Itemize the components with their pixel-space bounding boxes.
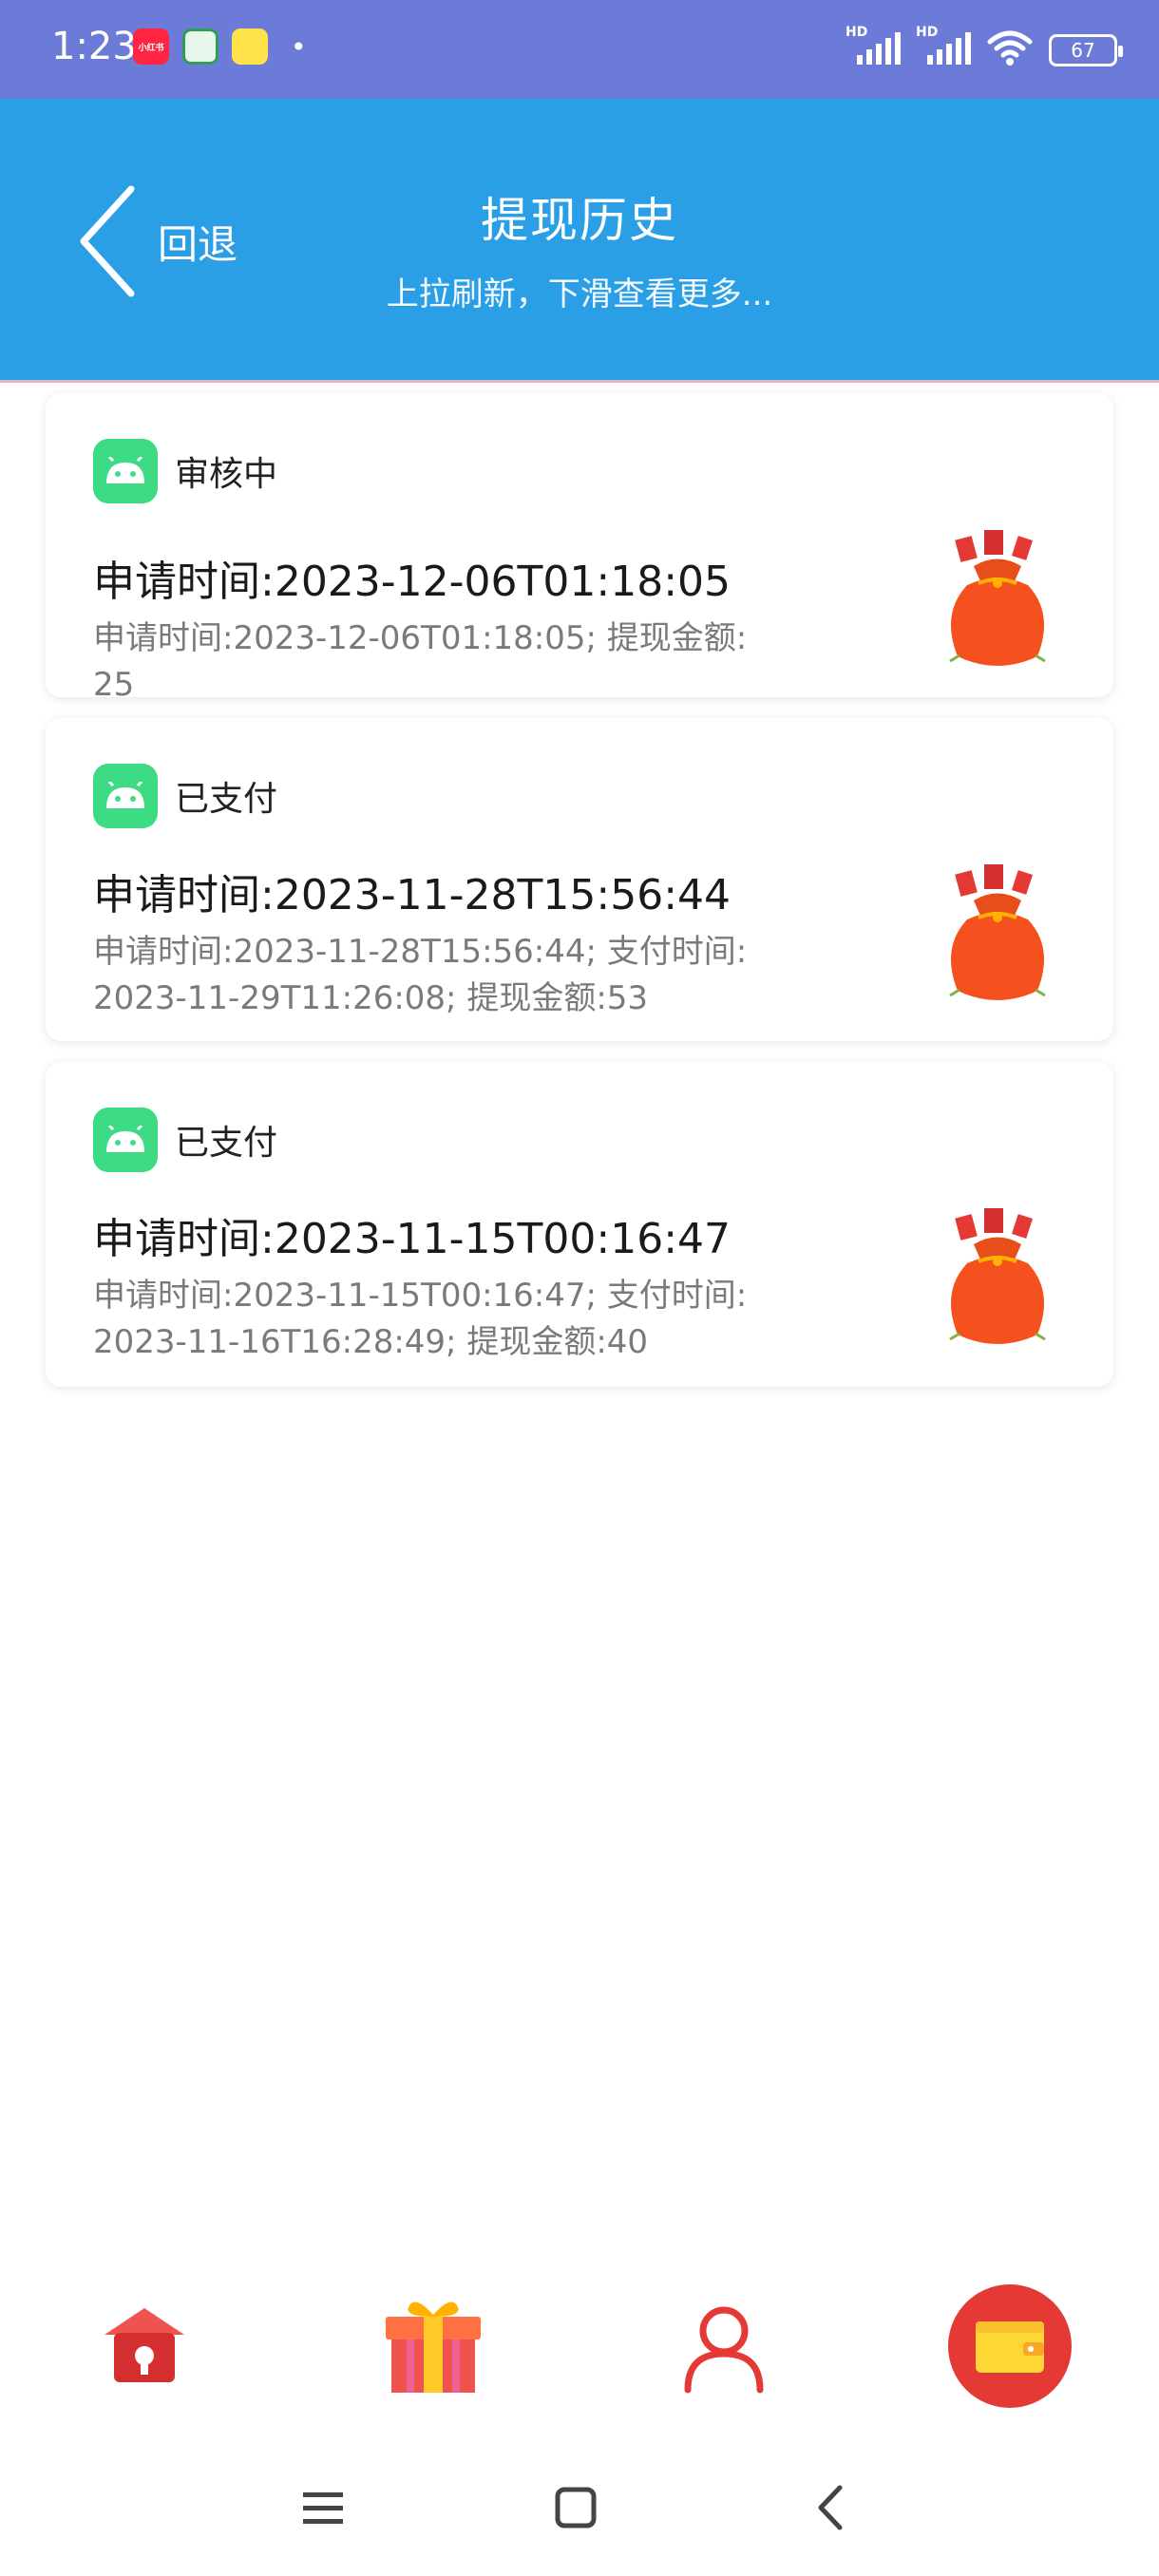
nav-home-button[interactable]	[78, 2280, 211, 2413]
money-bag-icon	[949, 864, 1046, 1000]
home-square-icon	[555, 2487, 597, 2529]
withdrawal-record-card[interactable]: 已支付 申请时间:2023-11-15T00:16:47 申请时间:2023-1…	[46, 1062, 1113, 1387]
signal-icon-2: HD	[916, 25, 971, 66]
system-navigation-bar	[0, 2451, 1159, 2565]
status-indicators: HD HD 67	[846, 25, 1123, 66]
title-block: 提现历史 上拉刷新，下滑查看更多...	[0, 182, 1159, 314]
nav-gift-button[interactable]	[367, 2280, 500, 2413]
withdrawal-record-card[interactable]: 审核中 申请时间:2023-12-06T01:18:05 申请时间:2023-1…	[46, 393, 1113, 704]
notification-dot-icon: •	[291, 30, 307, 63]
menu-icon	[303, 2492, 343, 2524]
system-menu-button[interactable]	[285, 2470, 361, 2546]
record-status: 已支付	[175, 1124, 278, 1163]
status-app-icons: 小红书 •	[133, 28, 307, 65]
status-time: 1:23	[51, 25, 137, 68]
signal-icon-1: HD	[846, 25, 901, 66]
home-icon	[104, 2308, 184, 2382]
android-icon	[93, 764, 158, 828]
wifi-icon	[987, 30, 1033, 66]
header-divider	[0, 380, 1159, 383]
bottom-navigation	[0, 2280, 1159, 2422]
wallet-icon	[976, 2321, 1044, 2373]
battery-icon: 67	[1049, 34, 1123, 66]
gift-icon	[386, 2301, 481, 2393]
record-status: 已支付	[175, 780, 278, 819]
page-title: 提现历史	[481, 193, 678, 248]
money-bag-icon	[949, 1208, 1046, 1344]
profile-icon	[684, 2306, 764, 2394]
app-yellow-icon	[232, 28, 268, 65]
back-chevron-icon	[818, 2485, 843, 2530]
system-back-button[interactable]	[792, 2470, 868, 2546]
record-status: 审核中	[175, 455, 278, 494]
record-title: 申请时间:2023-11-15T00:16:47	[93, 1215, 732, 1263]
money-bag-icon	[949, 530, 1046, 666]
record-detail: 申请时间:2023-11-15T00:16:47; 支付时间:2023-11-1…	[93, 1277, 748, 1361]
app-header: 回退 提现历史 上拉刷新，下滑查看更多...	[0, 99, 1159, 382]
android-icon	[93, 1108, 158, 1172]
status-bar: 1:23 小红书 • HD HD 67	[0, 0, 1159, 99]
system-home-button[interactable]	[538, 2470, 614, 2546]
record-detail: 申请时间:2023-12-06T01:18:05; 提现金额:25	[93, 619, 748, 704]
record-detail: 申请时间:2023-11-28T15:56:44; 支付时间:2023-11-2…	[93, 933, 748, 1017]
nav-wallet-button[interactable]	[948, 2284, 1072, 2408]
xiaohongshu-icon: 小红书	[133, 28, 169, 65]
page-subtitle: 上拉刷新，下滑查看更多...	[386, 275, 773, 313]
nav-profile-button[interactable]	[657, 2280, 790, 2413]
withdrawal-record-card[interactable]: 已支付 申请时间:2023-11-28T15:56:44 申请时间:2023-1…	[46, 718, 1113, 1041]
android-icon	[93, 439, 158, 503]
record-title: 申请时间:2023-12-06T01:18:05	[93, 558, 732, 606]
app-green-icon	[182, 28, 218, 65]
record-title: 申请时间:2023-11-28T15:56:44	[93, 871, 732, 919]
